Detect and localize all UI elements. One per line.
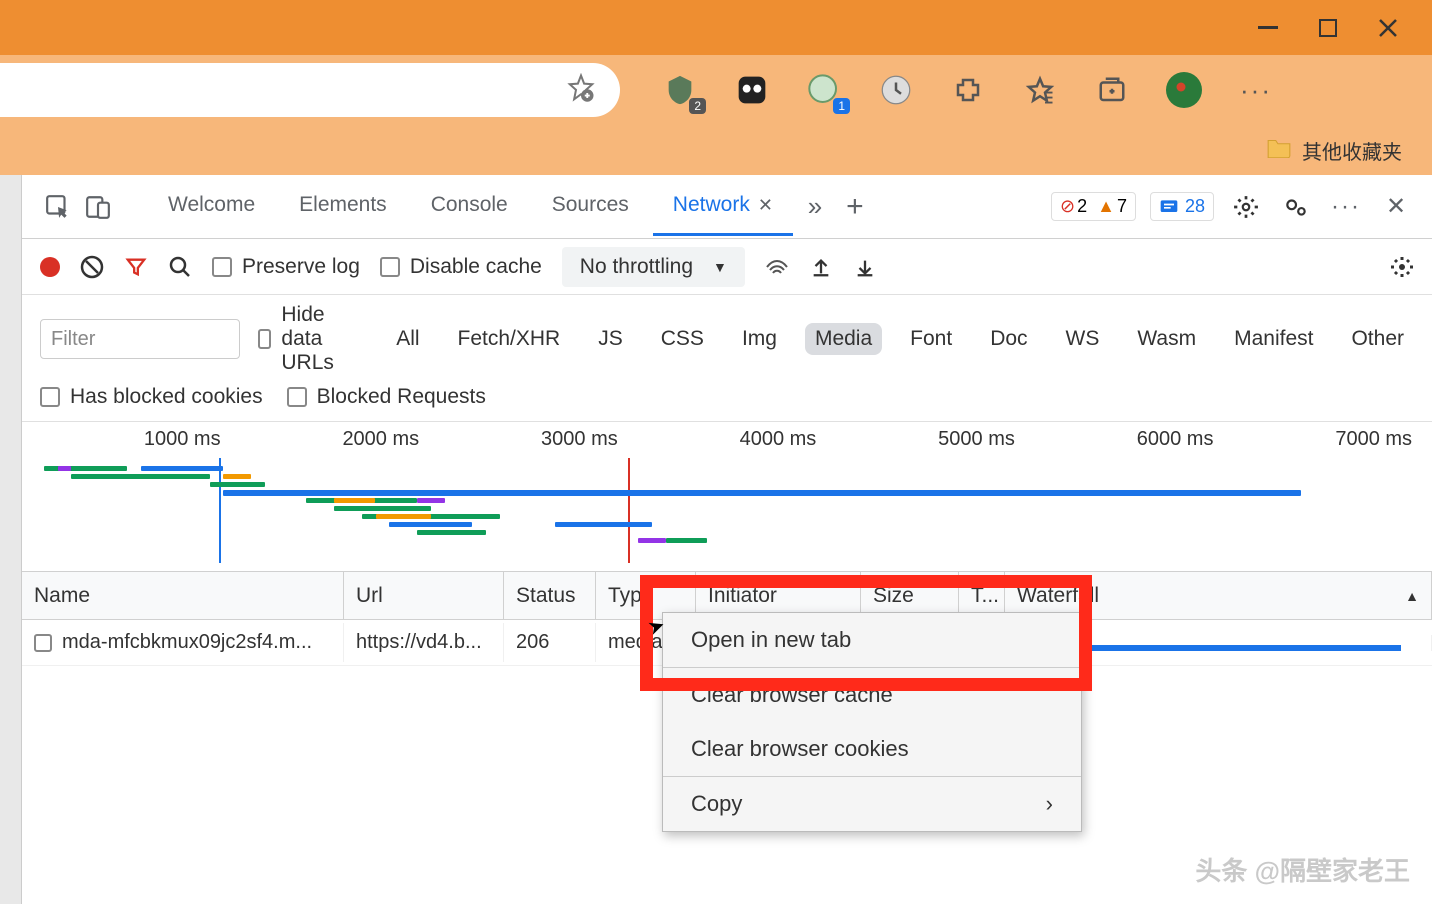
close-icon[interactable]: ✕ (758, 195, 773, 216)
ctx-open-new-tab[interactable]: Open in new tab (663, 613, 1081, 668)
time-label: 5000 ms (816, 428, 1015, 451)
collections-icon[interactable] (1092, 70, 1132, 110)
network-toolbar: Preserve log Disable cache No throttling… (22, 239, 1432, 295)
search-icon[interactable] (168, 255, 192, 279)
shield-badge: 2 (689, 98, 706, 114)
time-label: 2000 ms (221, 428, 420, 451)
message-badge[interactable]: 28 (1150, 192, 1214, 221)
context-menu: Open in new tab Clear browser cache Clea… (662, 612, 1082, 832)
filter-icon[interactable] (124, 255, 148, 279)
record-button[interactable] (40, 257, 60, 277)
time-label: 7000 ms (1213, 428, 1412, 451)
minimize-button[interactable] (1256, 16, 1280, 40)
profile-avatar[interactable] (1164, 70, 1204, 110)
header-url[interactable]: Url (344, 572, 504, 619)
overview-bars (30, 458, 1412, 563)
squares-extension-icon[interactable] (732, 70, 772, 110)
request-name: mda-mfcbkmux09jc2sf4.m... (62, 631, 312, 654)
more-options-icon[interactable]: ··· (1328, 189, 1364, 225)
clock-extension-icon[interactable] (876, 70, 916, 110)
filter-type-css[interactable]: CSS (651, 323, 714, 355)
blocked-requests-checkbox[interactable]: Blocked Requests (287, 385, 486, 409)
ctx-copy[interactable]: Copy › (663, 777, 1081, 831)
filter-type-fetch[interactable]: Fetch/XHR (448, 323, 571, 355)
filter-type-js[interactable]: JS (588, 323, 633, 355)
watermark-text: 头条 @隔壁家老王 (1195, 851, 1410, 888)
network-settings-icon[interactable] (1390, 255, 1414, 279)
close-devtools-icon[interactable]: ✕ (1378, 189, 1414, 225)
settings-icon[interactable] (1228, 189, 1264, 225)
filter-type-manifest[interactable]: Manifest (1224, 323, 1323, 355)
device-toggle-icon[interactable] (80, 189, 116, 225)
tab-elements[interactable]: Elements (279, 177, 407, 236)
filter-type-all[interactable]: All (386, 323, 429, 355)
disable-cache-checkbox[interactable]: Disable cache (380, 255, 542, 279)
address-bar[interactable] (0, 63, 620, 117)
clear-icon[interactable] (80, 255, 104, 279)
puzzle-extension-icon[interactable] (948, 70, 988, 110)
error-warning-badge[interactable]: ⊘ 2 ▲ 7 (1051, 192, 1136, 221)
side-panel-strip (0, 175, 22, 904)
close-button[interactable] (1376, 16, 1400, 40)
filter-input[interactable]: Filter (40, 319, 240, 359)
network-filter-bar: Filter Hide data URLs All Fetch/XHR JS C… (22, 295, 1432, 422)
more-tabs-icon[interactable]: » (797, 189, 833, 225)
error-icon: ⊘ (1060, 196, 1075, 217)
download-har-icon[interactable] (853, 255, 877, 279)
filter-type-media[interactable]: Media (805, 323, 882, 355)
extension-icons: 2 1 ··· (620, 70, 1276, 110)
filter-type-font[interactable]: Font (900, 323, 962, 355)
feedback-icon[interactable] (1278, 189, 1314, 225)
network-overview[interactable]: 1000 ms 2000 ms 3000 ms 4000 ms 5000 ms … (22, 422, 1432, 572)
filter-type-doc[interactable]: Doc (980, 323, 1037, 355)
throttling-select[interactable]: No throttling ▼ (562, 247, 745, 287)
browser-toolbar: 2 1 ··· (0, 55, 1432, 125)
globe-badge: 1 (833, 98, 850, 114)
tab-welcome[interactable]: Welcome (148, 177, 275, 236)
ctx-clear-cache[interactable]: Clear browser cache (663, 668, 1081, 722)
bookmark-folder-label: 其他收藏夹 (1302, 136, 1402, 165)
warning-icon: ▲ (1097, 196, 1115, 217)
chevron-right-icon: › (1046, 791, 1053, 817)
filter-type-ws[interactable]: WS (1056, 323, 1110, 355)
filter-type-wasm[interactable]: Wasm (1127, 323, 1206, 355)
window-titlebar (0, 0, 1432, 55)
add-tab-icon[interactable]: + (837, 189, 873, 225)
time-label: 6000 ms (1015, 428, 1214, 451)
folder-icon (1266, 136, 1292, 165)
hide-data-urls-checkbox[interactable]: Hide data URLs (258, 303, 368, 375)
header-name[interactable]: Name (22, 572, 344, 619)
request-url: https://vd4.b... (344, 623, 504, 662)
blocked-cookies-checkbox[interactable]: Has blocked cookies (40, 385, 263, 409)
time-label: 1000 ms (22, 428, 221, 451)
shield-extension-icon[interactable]: 2 (660, 70, 700, 110)
time-label: 3000 ms (419, 428, 618, 451)
request-status: 206 (504, 623, 596, 662)
time-label: 4000 ms (618, 428, 817, 451)
ctx-clear-cookies[interactable]: Clear browser cookies (663, 722, 1081, 777)
header-status[interactable]: Status (504, 572, 596, 619)
tab-network[interactable]: Network ✕ (653, 177, 793, 236)
tab-console[interactable]: Console (411, 177, 528, 236)
upload-har-icon[interactable] (809, 255, 833, 279)
network-conditions-icon[interactable] (765, 255, 789, 279)
filter-type-img[interactable]: Img (732, 323, 787, 355)
bookmark-star-icon[interactable] (566, 73, 600, 107)
inspect-element-icon[interactable] (40, 189, 76, 225)
filter-type-other[interactable]: Other (1341, 323, 1414, 355)
favorites-icon[interactable] (1020, 70, 1060, 110)
preserve-log-checkbox[interactable]: Preserve log (212, 255, 360, 279)
bookmark-folder-other[interactable]: 其他收藏夹 (1266, 136, 1402, 165)
sort-arrow-icon: ▲ (1405, 588, 1419, 604)
maximize-button[interactable] (1316, 16, 1340, 40)
tab-sources[interactable]: Sources (532, 177, 649, 236)
bookmark-bar: 其他收藏夹 (0, 125, 1432, 175)
more-menu-icon[interactable]: ··· (1236, 70, 1276, 110)
globe-extension-icon[interactable]: 1 (804, 70, 844, 110)
devtools-tabs: Welcome Elements Console Sources Network… (22, 175, 1432, 239)
